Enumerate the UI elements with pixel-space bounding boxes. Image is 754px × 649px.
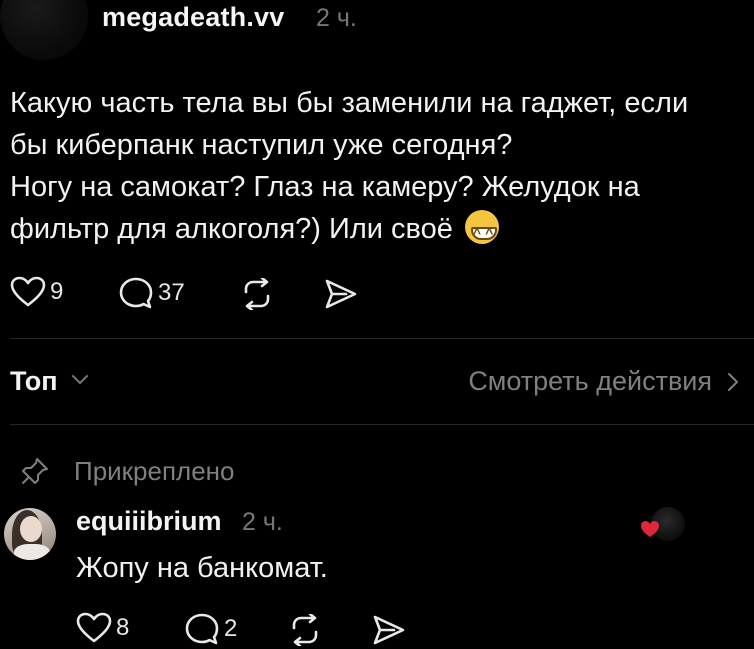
grinning-face-emoji: [464, 210, 499, 254]
comment-timestamp: 2 ч.: [242, 508, 283, 536]
post-text-line: фильтр для алкоголя?) Или своё: [10, 208, 740, 254]
sort-dropdown-label[interactable]: Топ: [10, 366, 58, 397]
post-like-count: 9: [50, 278, 64, 305]
view-activity-label: Смотреть действия: [468, 366, 712, 396]
avatar-face: [20, 516, 42, 542]
avatar-body: [14, 544, 50, 560]
post-author-username[interactable]: megadeath.vv: [102, 2, 284, 33]
heart-icon: [10, 276, 46, 307]
comment-bubble-icon: [119, 277, 153, 309]
liked-by-author-badge: [636, 506, 686, 542]
heart-icon: [641, 521, 659, 537]
chevron-right-icon: [728, 372, 738, 391]
post-text: Какую часть тела вы бы заменили на гадже…: [10, 82, 740, 254]
post-text-line: Какую часть тела вы бы заменили на гадже…: [10, 87, 689, 119]
post-text-line-text: фильтр для алкоголя?) Или своё: [10, 213, 453, 245]
post-reply-count: 37: [158, 279, 185, 306]
send-icon: [373, 615, 405, 645]
comment-like-count: 8: [116, 614, 130, 641]
post-share-button[interactable]: [324, 278, 358, 310]
post-reply-button[interactable]: 37: [118, 276, 185, 310]
repost-icon: [244, 278, 270, 310]
comment-reply-button[interactable]: 2: [184, 612, 237, 646]
post-author-avatar[interactable]: [0, 0, 88, 60]
comment-bubble-icon: [185, 613, 219, 645]
comment-repost-button[interactable]: [288, 614, 322, 646]
post-like-button[interactable]: 9: [10, 276, 63, 308]
comment-text: Жопу на банкомат.: [76, 552, 328, 584]
heart-icon: [76, 612, 112, 643]
divider: [10, 338, 754, 339]
comment-reply-count: 2: [224, 615, 238, 642]
repost-icon: [292, 614, 318, 646]
post-timestamp: 2 ч.: [316, 4, 357, 32]
post-text-line: бы киберпанк наступил уже сегодня?: [10, 129, 513, 161]
post-repost-button[interactable]: [240, 278, 274, 310]
comment-like-button[interactable]: 8: [76, 612, 129, 644]
send-icon: [325, 279, 357, 309]
view-activity-link[interactable]: Смотреть действия: [468, 366, 740, 397]
comment-share-button[interactable]: [372, 614, 406, 646]
post-text-line: Ногу на самокат? Глаз на камеру? Желудок…: [10, 171, 640, 203]
chevron-down-icon[interactable]: [70, 372, 90, 386]
comment-author-avatar[interactable]: [4, 508, 56, 560]
pin-icon: [22, 458, 48, 484]
divider: [10, 424, 754, 425]
pinned-label: Прикреплено: [74, 456, 235, 486]
comment-author-username[interactable]: equiiibrium: [76, 506, 222, 537]
